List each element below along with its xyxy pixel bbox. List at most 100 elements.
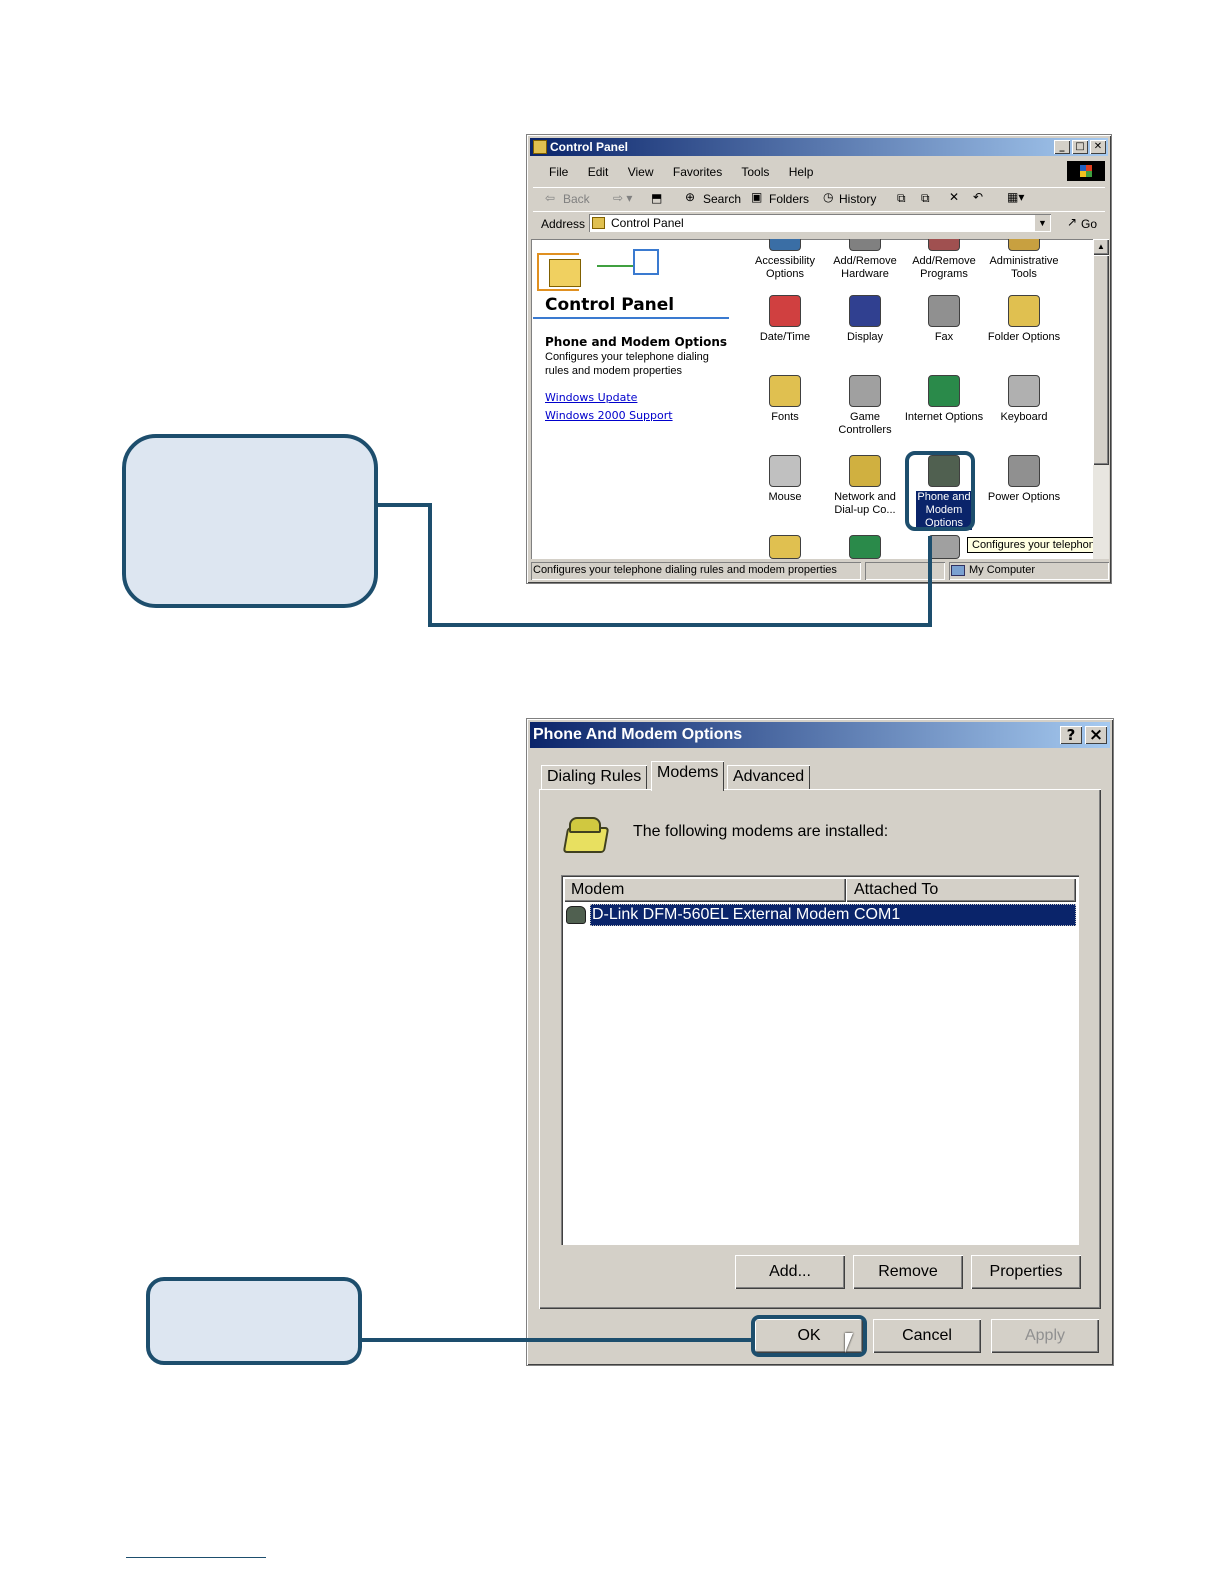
icon-label: Power Options xyxy=(987,491,1061,503)
up-folder-icon[interactable]: ⬒ xyxy=(651,191,662,205)
selected-item-description: Configures your telephone dialing rules … xyxy=(545,351,709,377)
folders-icon: ▣ xyxy=(751,190,763,204)
icon-label: Accessibility Options xyxy=(755,255,815,280)
vertical-scrollbar[interactable]: ▲ xyxy=(1093,239,1109,559)
modem-dialog-title: Phone And Modem Options xyxy=(533,726,743,743)
icon-label: Date/Time xyxy=(759,331,811,343)
folder-options-icon xyxy=(1008,295,1040,327)
icon-power-options[interactable]: Power Options xyxy=(984,455,1064,504)
fonts-icon xyxy=(769,375,801,407)
phone-icon-highlight xyxy=(905,451,975,531)
status-text-pane: Configures your telephone dialing rules … xyxy=(531,562,861,580)
control-panel-titlebar[interactable]: Control Panel _ □ ✕ xyxy=(530,138,1108,156)
icon-label: Internet Options xyxy=(904,411,984,423)
icon-network-and-dial-up-co[interactable]: Network and Dial-up Co... xyxy=(825,455,905,517)
properties-button[interactable]: Properties xyxy=(971,1255,1081,1289)
connector-1-vertical-right xyxy=(928,536,932,627)
history-icon: ◷ xyxy=(823,190,834,204)
internet-options-icon xyxy=(928,375,960,407)
callout-box-1 xyxy=(122,434,378,608)
icon-folder-options[interactable]: Folder Options xyxy=(984,295,1064,344)
power-options-icon xyxy=(1008,455,1040,487)
icon-label: Folder Options xyxy=(987,331,1061,343)
content-pane: Control Panel Phone and Modem Options Co… xyxy=(531,239,1109,559)
icon-display[interactable]: Display xyxy=(825,295,905,344)
icon-add-remove-hardware[interactable]: Add/Remove Hardware xyxy=(825,239,905,281)
scroll-thumb[interactable] xyxy=(1093,255,1109,465)
icon-game-controllers[interactable]: Game Controllers xyxy=(825,375,905,437)
scroll-up-button[interactable]: ▲ xyxy=(1093,239,1109,255)
help-button[interactable]: ? xyxy=(1060,726,1082,744)
views-icon[interactable]: ▦▾ xyxy=(1007,190,1024,204)
copy-to-icon[interactable]: ⧉ xyxy=(921,191,930,206)
modem-port-cell: COM1 xyxy=(854,906,901,923)
go-button[interactable]: Go xyxy=(1081,217,1097,231)
status-text: Configures your telephone dialing rules … xyxy=(533,564,837,576)
connector-1-vertical-left xyxy=(428,503,432,627)
table-row[interactable]: D-Link DFM-560EL External Modem COM1 xyxy=(564,904,1076,926)
menu-view[interactable]: View xyxy=(628,165,654,179)
go-arrow-icon: ↗ xyxy=(1067,215,1078,229)
sidebar-heading: Control Panel xyxy=(545,295,675,315)
control-panel-app-icon xyxy=(533,140,547,154)
column-header-attached-to-label: Attached To xyxy=(854,881,939,898)
maximize-button[interactable]: □ xyxy=(1072,140,1088,154)
windows-2000-support-link[interactable]: Windows 2000 Support xyxy=(545,409,673,422)
add-button[interactable]: Add... xyxy=(735,1255,845,1289)
icon-accessibility-options[interactable]: Accessibility Options xyxy=(745,239,825,281)
search-button[interactable]: Search xyxy=(703,192,741,206)
modem-list[interactable]: Modem Attached To D-Link DFM-560EL Exter… xyxy=(561,875,1079,1245)
folders-button[interactable]: Folders xyxy=(769,192,809,206)
windows-update-link[interactable]: Windows Update xyxy=(545,391,637,404)
apply-button[interactable]: Apply xyxy=(991,1319,1099,1353)
modem-row-icon xyxy=(566,906,586,924)
modem-dialog: Phone And Modem Options ? × Dialing Rule… xyxy=(526,718,1114,1366)
menu-help[interactable]: Help xyxy=(789,165,814,179)
icon-label: Add/Remove Programs xyxy=(912,255,976,280)
icon-mouse[interactable]: Mouse xyxy=(745,455,825,504)
address-value: Control Panel xyxy=(611,216,684,230)
modem-dialog-titlebar[interactable]: Phone And Modem Options ? × xyxy=(530,722,1110,748)
back-button[interactable]: Back xyxy=(563,192,590,206)
remove-button[interactable]: Remove xyxy=(853,1255,963,1289)
minimize-button[interactable]: _ xyxy=(1054,140,1070,154)
close-button[interactable]: ✕ xyxy=(1090,140,1106,154)
add-remove-hardware-icon xyxy=(849,239,881,251)
address-field[interactable]: Control Panel ▼ xyxy=(589,214,1051,232)
menu-file[interactable]: File xyxy=(549,165,568,179)
game-controllers-icon xyxy=(849,375,881,407)
accessibility-options-icon xyxy=(769,239,801,251)
cancel-button[interactable]: Cancel xyxy=(873,1319,981,1353)
tab-advanced[interactable]: Advanced xyxy=(727,765,811,789)
display-icon xyxy=(849,295,881,327)
icon-fax[interactable]: Fax xyxy=(904,295,984,344)
icon-fonts[interactable]: Fonts xyxy=(745,375,825,424)
icon-administrative-tools[interactable]: Administrative Tools xyxy=(984,239,1064,281)
dialog-close-button[interactable]: × xyxy=(1085,726,1107,744)
sidebar-graphic xyxy=(537,245,659,291)
icon-date-time[interactable]: Date/Time xyxy=(745,295,825,344)
move-to-icon[interactable]: ⧉ xyxy=(897,191,906,206)
menu-edit[interactable]: Edit xyxy=(588,165,609,179)
icon-internet-options[interactable]: Internet Options xyxy=(904,375,984,424)
column-header-attached-to[interactable]: Attached To xyxy=(846,878,1076,902)
icon-keyboard[interactable]: Keyboard xyxy=(984,375,1064,424)
partial-printer-icon xyxy=(928,535,960,559)
column-header-modem[interactable]: Modem xyxy=(564,878,846,902)
tab-dialing-rules[interactable]: Dialing Rules xyxy=(541,765,648,789)
mouse-icon xyxy=(769,455,801,487)
column-header-modem-label: Modem xyxy=(571,881,625,898)
menu-tools[interactable]: Tools xyxy=(741,165,769,179)
menu-favorites[interactable]: Favorites xyxy=(673,165,722,179)
history-button[interactable]: History xyxy=(839,192,876,206)
icon-add-remove-programs[interactable]: Add/Remove Programs xyxy=(904,239,984,281)
icon-label: Administrative Tools xyxy=(989,255,1059,280)
forward-button[interactable]: ⇨ ▾ xyxy=(613,191,632,205)
undo-icon[interactable]: ↶ xyxy=(973,190,983,204)
delete-icon[interactable]: ✕ xyxy=(949,190,959,204)
menu-bar: File Edit View Favorites Tools Help xyxy=(549,165,829,179)
address-dropdown-icon[interactable]: ▼ xyxy=(1035,215,1050,231)
tab-modems[interactable]: Modems xyxy=(651,761,725,791)
icon-label: Add/Remove Hardware xyxy=(833,255,897,280)
control-panel-window: Control Panel _ □ ✕ File Edit View Favor… xyxy=(526,134,1112,584)
